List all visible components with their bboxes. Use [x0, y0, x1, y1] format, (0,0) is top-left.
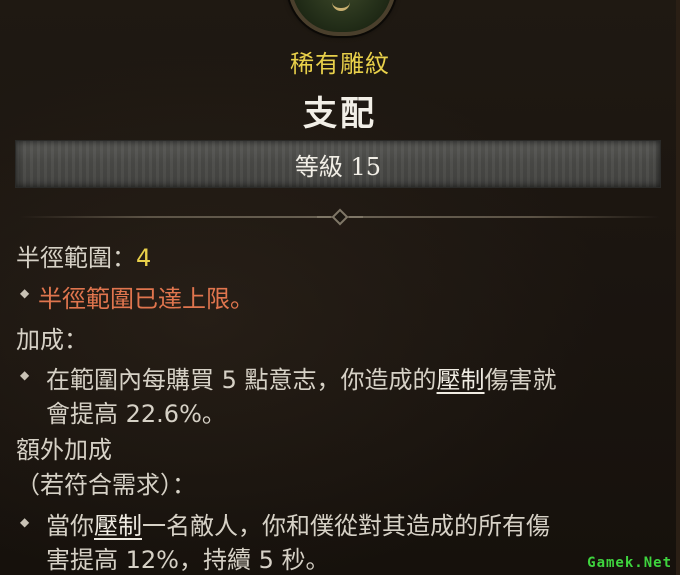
glyph-emblem-icon: [288, 0, 396, 36]
extra-bonus-requirement: （若符合需求）：: [16, 471, 196, 499]
radius-value: 4: [136, 244, 152, 272]
glyph-tooltip: 稀有雕紋 支配 等級 15 半徑範圍：4 ◆ 半徑範圍已達上限。 加成： ◆ 在…: [0, 0, 680, 575]
bonus-line-2: 會提高 22.6%。: [46, 400, 226, 428]
extra-line-1-a: 當你: [46, 512, 94, 540]
rarity-label: 稀有雕紋: [290, 50, 390, 78]
diamond-bullet-icon: ◆: [20, 515, 30, 529]
glyph-name: 支配: [303, 94, 377, 134]
radius-label: 半徑範圍：: [16, 244, 136, 272]
watermark: Gamek.Net: [587, 555, 672, 571]
extra-line-2: 害提高 12%，持續 5 秒。: [46, 546, 330, 574]
radius-row: 半徑範圍：4: [16, 238, 151, 273]
bonus-line-1-a: 在範圍內每購買 5 點意志，你造成的: [46, 366, 437, 394]
level-bar: 等級 15: [16, 141, 660, 187]
ornament-divider-icon: [312, 207, 368, 227]
level-label: 等級 15: [294, 152, 382, 181]
diamond-bullet-icon: ◆: [20, 286, 30, 300]
bonus-header: 加成：: [16, 326, 88, 354]
extra-bonus-header: 額外加成: [16, 436, 112, 464]
overpower-keyword[interactable]: 壓制: [94, 512, 142, 540]
extra-line-1: 當你壓制一名敵人，你和僕從對其造成的所有傷: [46, 506, 550, 541]
diamond-bullet-icon: ◆: [20, 368, 30, 382]
bonus-line-1: 在範圍內每購買 5 點意志，你造成的壓制傷害就: [46, 360, 557, 395]
extra-line-1-b: 一名敵人，你和僕從對其造成的所有傷: [142, 512, 550, 540]
bonus-line-1-b: 傷害就: [484, 366, 557, 394]
overpower-keyword[interactable]: 壓制: [437, 366, 485, 394]
emblem-mark: [332, 0, 350, 11]
radius-max-note: 半徑範圍已達上限。: [38, 285, 254, 313]
